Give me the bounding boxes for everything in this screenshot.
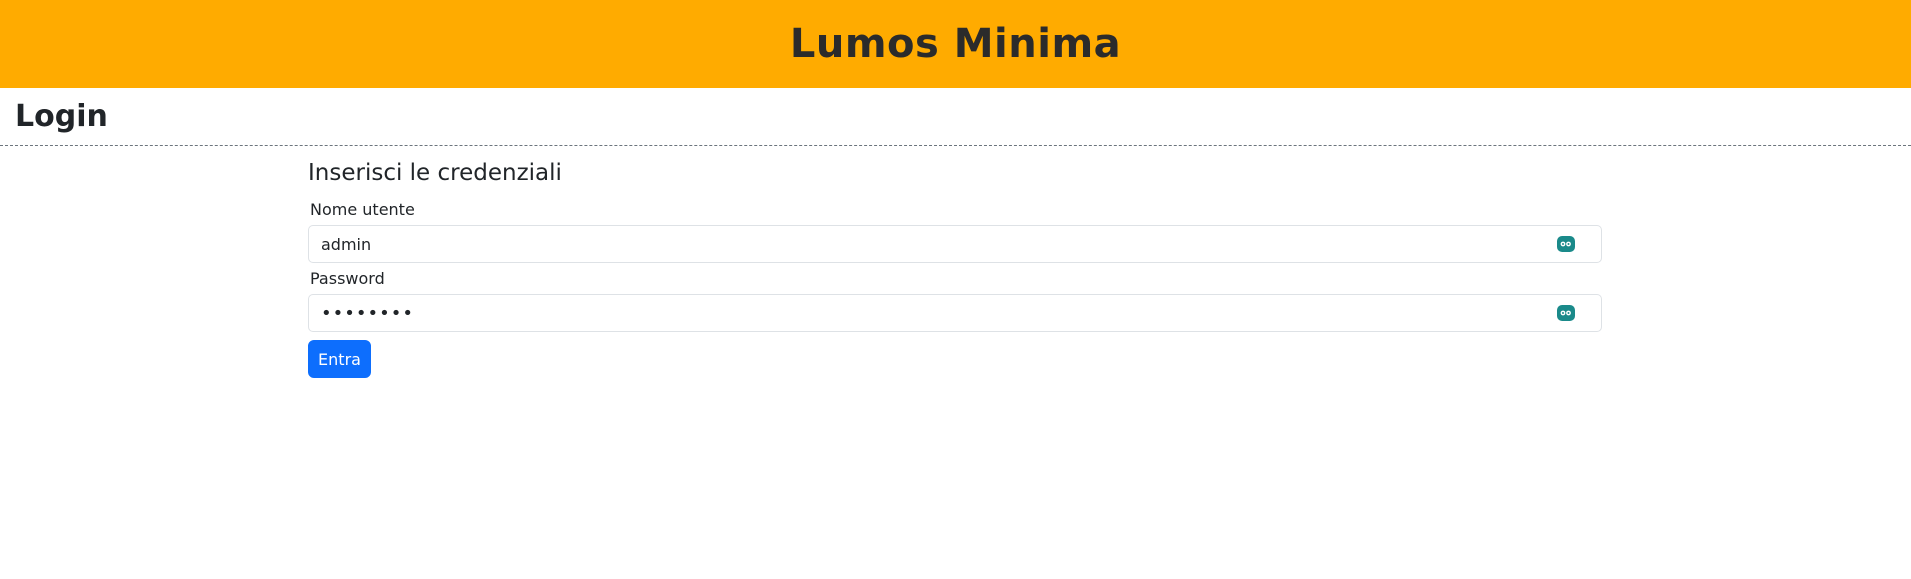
form-heading: Inserisci le credenziali <box>308 160 562 186</box>
page-header: Login <box>0 88 1911 146</box>
app-title: Lumos Minima <box>789 21 1122 67</box>
password-field-container <box>308 294 1602 332</box>
login-form: Inserisci le credenziali Nome utente Pas… <box>308 160 1602 378</box>
password-input[interactable] <box>309 295 1533 331</box>
username-field-container <box>308 225 1602 263</box>
password-manager-icon[interactable] <box>1557 305 1575 321</box>
username-input[interactable] <box>309 226 1533 262</box>
page-title: Login <box>15 99 108 134</box>
password-label: Password <box>310 269 385 288</box>
app-header: Lumos Minima <box>0 0 1911 88</box>
password-manager-icon[interactable] <box>1557 236 1575 252</box>
username-label: Nome utente <box>310 200 415 219</box>
login-submit-button[interactable]: Entra <box>308 340 371 378</box>
